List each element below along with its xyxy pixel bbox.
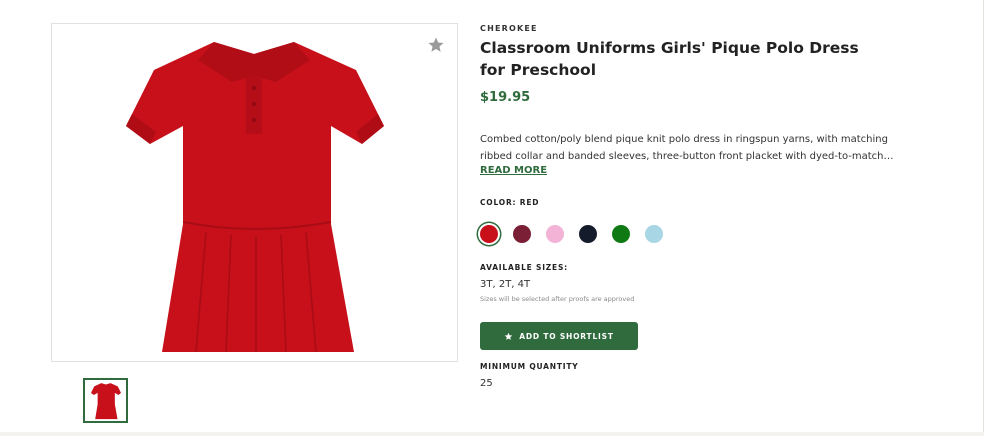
star-icon[interactable] [427,36,445,54]
add-to-shortlist-button[interactable]: ADD TO SHORTLIST [480,322,638,350]
minimum-quantity-value: 25 [480,378,493,389]
minimum-quantity-label: MINIMUM QUANTITY [480,362,579,371]
swatch-pink[interactable] [546,225,564,243]
product-title: Classroom Uniforms Girls' Pique Polo Dre… [480,39,859,79]
swatch-green[interactable] [612,225,630,243]
selected-color: RED [519,198,540,207]
swatch-maroon[interactable] [513,225,531,243]
sizes-note: Sizes will be selected after proofs are … [480,295,635,303]
brand-name: CHEROKEE [480,24,538,33]
product-thumbnail[interactable] [83,378,128,423]
red-polo-dress-thumbnail-icon [91,383,121,420]
product-description: Combed cotton/poly blend pique knit polo… [480,134,894,162]
swatch-red[interactable] [480,225,498,243]
available-sizes-label: AVAILABLE SIZES: [480,263,568,272]
red-polo-dress-image [126,42,384,353]
available-sizes-value: 3T, 2T, 4T [480,279,531,290]
product-page: CHEROKEE Classroom Uniforms Girls' Pique… [0,0,984,432]
color-selection-label: COLOR: RED [480,198,539,207]
color-swatches [480,225,678,243]
color-label: COLOR: [480,198,517,207]
product-price: $19.95 [480,90,531,105]
star-icon [505,332,513,340]
main-product-image [51,23,458,362]
read-more-link[interactable]: READ MORE [480,165,547,176]
swatch-navy[interactable] [579,225,597,243]
swatch-light-blue[interactable] [645,225,663,243]
add-to-shortlist-label: ADD TO SHORTLIST [519,331,614,341]
